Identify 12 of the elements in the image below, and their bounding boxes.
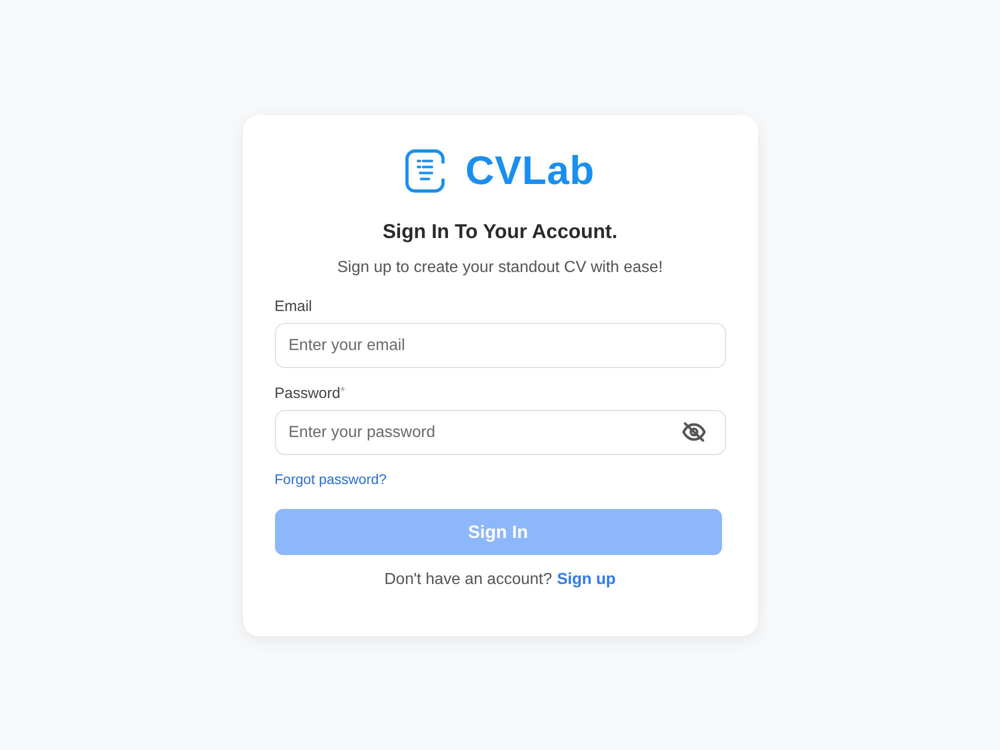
required-mark: * xyxy=(340,384,346,398)
page-subtitle: Sign up to create your standout CV with ease! xyxy=(336,258,664,278)
logo-wordmark: CVLab xyxy=(465,149,595,193)
field-label: Email xyxy=(274,297,312,317)
sign-up-link[interactable]: Sign up xyxy=(556,570,616,590)
signup-prompt: Don't have an account? xyxy=(384,570,552,590)
eye-off-icon[interactable] xyxy=(682,422,706,442)
field-label: Password xyxy=(274,384,340,404)
email-field[interactable]: Enter your email xyxy=(274,323,726,368)
password-field[interactable]: Enter your password xyxy=(274,410,726,455)
page-title: Sign In To Your Account. xyxy=(382,220,618,245)
forgot-password-link[interactable]: Forgot password? xyxy=(274,470,387,488)
